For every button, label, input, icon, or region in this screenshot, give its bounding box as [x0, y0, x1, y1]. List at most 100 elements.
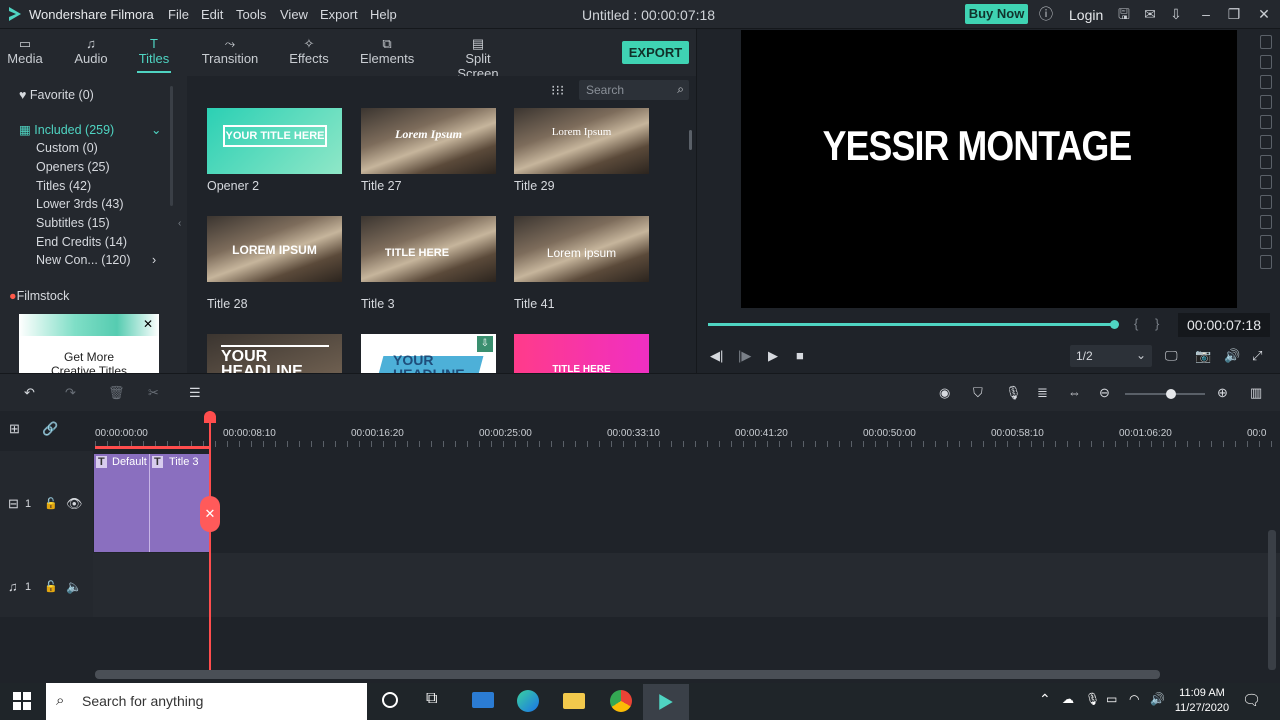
marker-icon[interactable]: [1260, 115, 1272, 129]
sidebar-item-subtitles[interactable]: Subtitles (15): [36, 216, 110, 230]
horizontal-scrollbar[interactable]: [95, 670, 1160, 679]
sidebar-item-favorite[interactable]: ♥ Favorite (0): [19, 88, 94, 102]
system-clock[interactable]: 11:09 AM 11/27/2020: [1168, 686, 1236, 716]
zoom-slider-handle[interactable]: [1166, 389, 1176, 399]
sidebar-item-new-content[interactable]: New Con... (120): [36, 253, 130, 267]
menu-export[interactable]: Export: [320, 7, 358, 22]
tab-titles[interactable]: T Titles: [137, 29, 171, 76]
tab-transition[interactable]: ⤳ Transition: [201, 29, 259, 76]
buy-now-button[interactable]: Buy Now: [965, 4, 1028, 24]
marker-icon[interactable]: [1260, 215, 1272, 229]
sidebar-scrollbar[interactable]: [170, 86, 173, 206]
marker-icon[interactable]: [1260, 235, 1272, 249]
filmora-taskbar-button[interactable]: [643, 684, 689, 720]
audio-mixer-icon[interactable]: ≣: [1037, 385, 1048, 401]
battery-icon[interactable]: ▭: [1106, 692, 1117, 706]
cloud-icon[interactable]: ☁: [1062, 692, 1074, 706]
columns-icon[interactable]: ▥: [1250, 385, 1262, 401]
windows-start-icon[interactable]: [13, 692, 31, 710]
fullscreen-icon[interactable]: ⤢: [1252, 348, 1262, 364]
mark-out-icon[interactable]: }: [1155, 316, 1159, 331]
tab-split-screen[interactable]: ▤ Split Screen: [444, 29, 512, 82]
zoom-in-icon[interactable]: ⊕: [1217, 385, 1228, 401]
marker-icon[interactable]: [1260, 155, 1272, 169]
info-icon[interactable]: ⓘ: [1038, 6, 1054, 22]
close-ad-icon[interactable]: ✕: [143, 317, 153, 331]
marker-icon[interactable]: [1260, 75, 1272, 89]
collapse-panel-icon[interactable]: ‹: [178, 218, 181, 229]
volume-icon[interactable]: 🔊: [1224, 348, 1240, 364]
add-track-icon[interactable]: ⊞: [9, 421, 20, 437]
adjust-icon[interactable]: ☰: [189, 385, 201, 401]
taskbar-search-input[interactable]: ⌕ Search for anything: [46, 683, 367, 720]
marker-icon[interactable]: [1260, 55, 1272, 69]
split-scissors-icon[interactable]: ✕: [200, 496, 220, 532]
menu-help[interactable]: Help: [370, 7, 397, 22]
cut-icon[interactable]: ✂: [148, 385, 159, 401]
mail-app-icon[interactable]: [472, 692, 494, 708]
volume-icon[interactable]: 🔊: [1150, 692, 1165, 706]
marker-icon[interactable]: ⛉: [973, 385, 983, 401]
edge-icon[interactable]: [517, 690, 539, 712]
sidebar-item-openers[interactable]: Openers (25): [36, 160, 110, 174]
task-view-icon[interactable]: ⧉: [426, 690, 437, 708]
title-thumbnail[interactable]: YOUR TITLE HERE: [207, 108, 342, 174]
save-icon[interactable]: 🖫: [1116, 6, 1132, 22]
sidebar-item-custom[interactable]: Custom (0): [36, 141, 98, 155]
download-icon[interactable]: ⇩: [1168, 6, 1184, 22]
marker-icon[interactable]: [1260, 95, 1272, 109]
filmstock-ad-banner[interactable]: ✕ Get More Creative Titles: [19, 314, 159, 373]
search-input[interactable]: Search ⌕: [579, 80, 689, 100]
marker-icon[interactable]: [1260, 35, 1272, 49]
undo-icon[interactable]: ↶: [24, 385, 35, 401]
playhead-handle[interactable]: [204, 411, 216, 423]
zoom-slider[interactable]: [1125, 393, 1205, 395]
eye-icon[interactable]: 👁: [66, 496, 83, 512]
tray-chevron-icon[interactable]: ⌃: [1039, 691, 1051, 708]
menu-tools[interactable]: Tools: [236, 7, 266, 22]
tab-media[interactable]: ▭ Media: [4, 29, 46, 76]
marker-icon[interactable]: [1260, 255, 1272, 269]
lock-icon[interactable]: 🔓: [44, 497, 58, 510]
chevron-right-icon[interactable]: ›: [152, 253, 156, 267]
title-thumbnail[interactable]: YOUR HEADLINE: [207, 334, 342, 373]
microphone-icon[interactable]: 🎙: [1005, 385, 1022, 401]
menu-view[interactable]: View: [280, 7, 308, 22]
chevron-down-icon[interactable]: ⌄: [151, 122, 161, 137]
sidebar-item-titles[interactable]: Titles (42): [36, 179, 91, 193]
title-thumbnail[interactable]: Lorem Ipsum: [514, 108, 649, 174]
redo-icon[interactable]: ↷: [65, 385, 76, 401]
login-link[interactable]: Login: [1069, 7, 1103, 23]
grid-scrollbar[interactable]: [689, 130, 692, 150]
speaker-icon[interactable]: 🔈: [66, 579, 82, 595]
lock-icon[interactable]: 🔓: [44, 580, 58, 593]
previous-frame-icon[interactable]: ◀|: [710, 348, 723, 364]
sidebar-item-end-credits[interactable]: End Credits (14): [36, 235, 127, 249]
marker-icon[interactable]: [1260, 195, 1272, 209]
preview-scrub-handle[interactable]: [1110, 320, 1119, 329]
close-icon[interactable]: ✕: [1256, 6, 1272, 22]
timeline-ruler[interactable]: ⊞ 🔗 00:00:00:00 00:00:08:10 00:00:16:20 …: [0, 411, 1280, 451]
title-thumbnail[interactable]: LOREM IPSUM: [207, 216, 342, 282]
tab-elements[interactable]: ⧉ Elements: [360, 29, 414, 76]
title-thumbnail[interactable]: YOUR HEADLINE ⇩: [361, 334, 496, 373]
download-icon[interactable]: ⇩: [477, 336, 493, 352]
title-thumbnail[interactable]: Lorem ipsum: [514, 216, 649, 282]
grid-view-icon[interactable]: ⁝⁝⁝: [551, 82, 564, 99]
snapshot-icon[interactable]: 📷: [1195, 348, 1211, 364]
restore-icon[interactable]: ❐: [1226, 6, 1242, 22]
notifications-icon[interactable]: 🗨: [1242, 691, 1261, 709]
play-icon[interactable]: ▶: [768, 348, 778, 364]
zoom-out-icon[interactable]: ⊖: [1099, 385, 1110, 401]
title-clip[interactable]: T Default T Title 3: [94, 454, 210, 552]
marker-icon[interactable]: [1260, 135, 1272, 149]
sidebar-item-included[interactable]: ▦ Included (259): [19, 122, 114, 137]
stop-icon[interactable]: ■: [796, 348, 804, 363]
display-settings-icon[interactable]: 🖵: [1165, 348, 1178, 364]
minimize-icon[interactable]: –: [1198, 6, 1214, 22]
playhead[interactable]: [209, 411, 211, 670]
title-thumbnail[interactable]: TITLE HERE: [361, 216, 496, 282]
tab-effects[interactable]: ✧ Effects: [287, 29, 331, 76]
next-frame-icon[interactable]: |▶: [738, 348, 751, 364]
vertical-scrollbar[interactable]: [1268, 530, 1276, 670]
